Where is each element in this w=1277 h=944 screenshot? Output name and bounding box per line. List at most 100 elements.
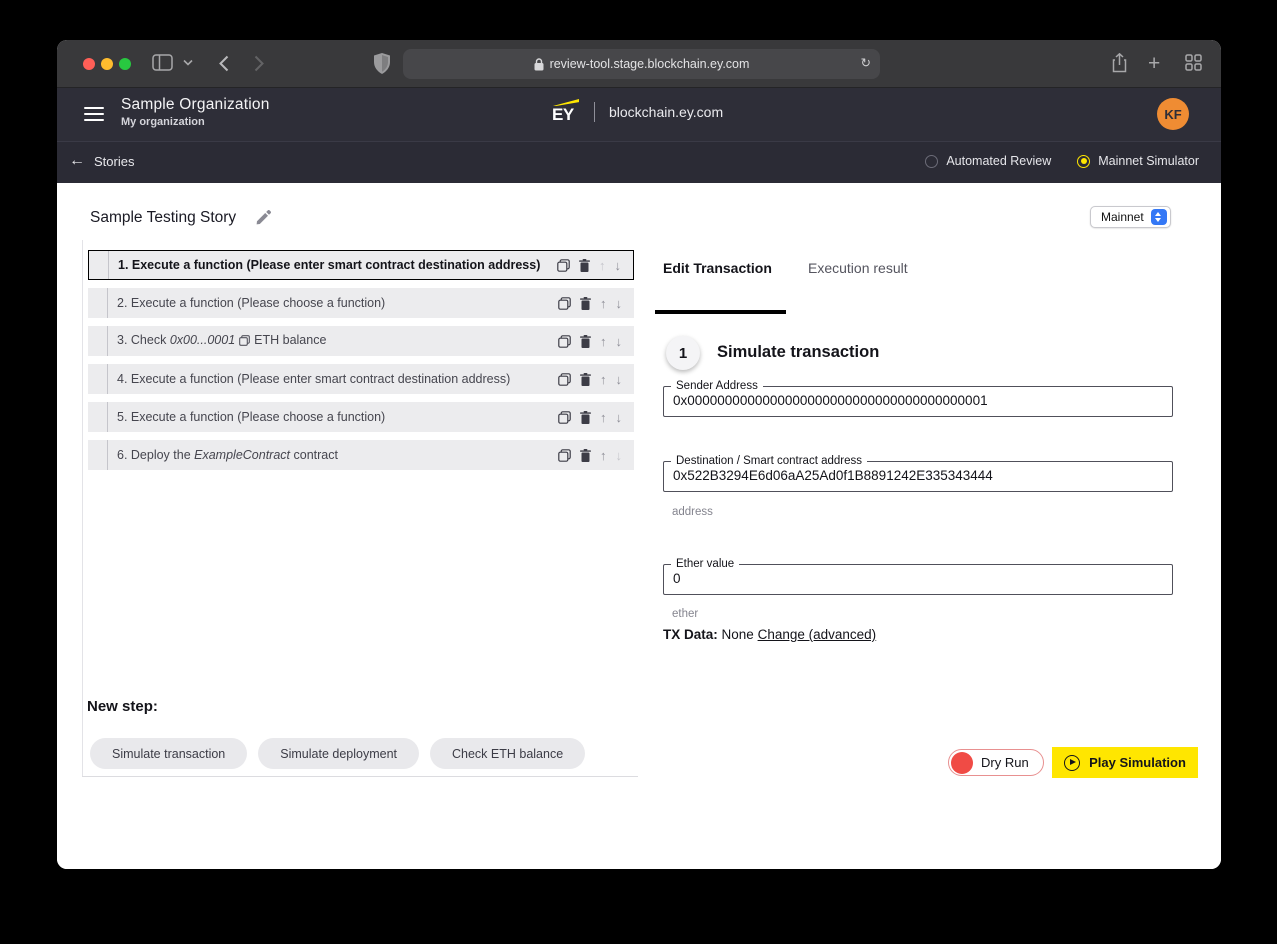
- delete-step-icon[interactable]: [579, 259, 590, 272]
- browser-toolbar: review-tool.stage.blockchain.ey.com ↻ +: [57, 40, 1221, 88]
- drag-handle[interactable]: [88, 402, 108, 432]
- move-step-up-icon[interactable]: ↑: [600, 448, 607, 463]
- copy-step-icon[interactable]: [558, 411, 571, 424]
- step-row-6[interactable]: 6. Deploy the ExampleContract contract ↑…: [88, 440, 634, 470]
- step-label: 6. Deploy the ExampleContract contract: [108, 448, 558, 462]
- drag-handle[interactable]: [89, 251, 109, 279]
- step-label: 5. Execute a function (Please choose a f…: [108, 410, 558, 424]
- back-link-label: Stories: [94, 154, 134, 169]
- move-step-down-icon[interactable]: ↓: [616, 372, 623, 387]
- step-row-3[interactable]: 3. Check 0x00...0001ETH balance ↑ ↓: [88, 326, 634, 356]
- move-step-up-icon[interactable]: ↑: [600, 372, 607, 387]
- drag-handle[interactable]: [88, 288, 108, 318]
- simulate-deployment-button[interactable]: Simulate deployment: [258, 738, 419, 769]
- drag-handle[interactable]: [88, 440, 108, 470]
- window-zoom-button[interactable]: [119, 58, 131, 70]
- delete-step-icon[interactable]: [580, 373, 591, 386]
- delete-step-icon[interactable]: [580, 411, 591, 424]
- copy-step-icon[interactable]: [558, 373, 571, 386]
- chevron-down-icon[interactable]: [183, 59, 193, 66]
- move-step-down-icon[interactable]: ↓: [615, 258, 622, 273]
- tab-overview-icon[interactable]: [1185, 54, 1202, 71]
- move-step-up-icon[interactable]: ↑: [600, 410, 607, 425]
- back-icon[interactable]: [219, 55, 229, 72]
- step-row-2[interactable]: 2. Execute a function (Please choose a f…: [88, 288, 634, 318]
- radio-automated-review[interactable]: Automated Review: [925, 154, 1051, 168]
- privacy-shield-icon[interactable]: [374, 53, 390, 74]
- step-row-1[interactable]: 1. Execute a function (Please enter smar…: [88, 250, 634, 280]
- copy-address-icon[interactable]: [239, 335, 250, 349]
- move-step-down-icon[interactable]: ↓: [616, 334, 623, 349]
- brand-domain: blockchain.ey.com: [609, 104, 723, 120]
- new-step-heading: New step:: [87, 698, 158, 715]
- drag-handle[interactable]: [88, 364, 108, 394]
- org-subtitle: My organization: [121, 116, 205, 128]
- move-step-down-icon[interactable]: ↓: [616, 410, 623, 425]
- delete-step-icon[interactable]: [580, 335, 591, 348]
- sidebar-icon[interactable]: [152, 54, 173, 71]
- step-label: 3. Check 0x00...0001ETH balance: [108, 333, 558, 349]
- move-step-up-icon: ↑: [599, 258, 606, 273]
- step-label: 4. Execute a function (Please enter smar…: [108, 372, 558, 386]
- share-icon[interactable]: [1112, 53, 1127, 73]
- menu-icon[interactable]: [84, 107, 104, 121]
- play-simulation-button[interactable]: Play Simulation: [1052, 747, 1198, 778]
- new-tab-icon[interactable]: +: [1148, 52, 1160, 76]
- reload-icon[interactable]: ↻: [861, 55, 871, 70]
- step-row-4[interactable]: 4. Execute a function (Please enter smar…: [88, 364, 634, 394]
- ey-logo-icon: EY: [550, 97, 580, 127]
- drag-handle[interactable]: [88, 326, 108, 356]
- dry-run-label: Dry Run: [981, 755, 1029, 770]
- radio-unselected-icon: [925, 155, 938, 168]
- app-header: Sample Organization My organization EY b…: [57, 88, 1221, 141]
- section-title: Simulate transaction: [717, 343, 879, 362]
- check-eth-balance-button[interactable]: Check ETH balance: [430, 738, 585, 769]
- radio-selected-icon: [1077, 155, 1090, 168]
- step-row-5[interactable]: 5. Execute a function (Please choose a f…: [88, 402, 634, 432]
- avatar[interactable]: KF: [1157, 98, 1189, 130]
- copy-step-icon[interactable]: [558, 449, 571, 462]
- ether-helper-text: ether: [672, 608, 698, 620]
- org-name: Sample Organization: [121, 96, 270, 114]
- copy-step-icon[interactable]: [557, 259, 570, 272]
- url-text: review-tool.stage.blockchain.ey.com: [550, 57, 750, 71]
- back-to-stories-link[interactable]: ← Stories: [69, 153, 134, 169]
- move-step-down-icon[interactable]: ↓: [616, 296, 623, 311]
- page-content: Sample Testing Story Mainnet 1. Execute …: [57, 183, 1221, 869]
- move-step-up-icon[interactable]: ↑: [600, 334, 607, 349]
- play-icon: [1064, 755, 1080, 771]
- back-arrow-icon: ←: [69, 153, 85, 169]
- destination-address-input[interactable]: [664, 467, 1154, 491]
- move-step-up-icon[interactable]: ↑: [600, 296, 607, 311]
- ether-value-input[interactable]: [664, 570, 1154, 594]
- tx-data-change-link[interactable]: Change (advanced): [758, 627, 877, 642]
- new-step-buttons: Simulate transaction Simulate deployment…: [90, 738, 585, 769]
- page-title: Sample Testing Story: [90, 209, 236, 227]
- lock-icon: [534, 58, 544, 71]
- destination-address-field: Destination / Smart contract address: [663, 455, 1173, 492]
- radio-mainnet-simulator[interactable]: Mainnet Simulator: [1077, 154, 1199, 168]
- step-label: 1. Execute a function (Please enter smar…: [109, 258, 557, 272]
- window-close-button[interactable]: [83, 58, 95, 70]
- simulate-transaction-button[interactable]: Simulate transaction: [90, 738, 247, 769]
- destination-helper-text: address: [672, 506, 713, 518]
- tx-data-label: TX Data:: [663, 627, 718, 642]
- delete-step-icon[interactable]: [580, 297, 591, 310]
- url-bar[interactable]: review-tool.stage.blockchain.ey.com ↻: [403, 49, 880, 79]
- tx-data-line: TX Data: None Change (advanced): [663, 627, 876, 642]
- window-minimize-button[interactable]: [101, 58, 113, 70]
- tab-edit-transaction[interactable]: Edit Transaction: [663, 260, 772, 276]
- sender-address-label: Sender Address: [671, 380, 763, 392]
- tab-execution-result[interactable]: Execution result: [808, 260, 908, 276]
- edit-title-pencil-icon[interactable]: [255, 210, 271, 231]
- dry-run-knob[interactable]: [951, 752, 973, 774]
- copy-step-icon[interactable]: [558, 335, 571, 348]
- section-number-badge: 1: [666, 336, 700, 370]
- sender-address-input[interactable]: [664, 392, 1154, 416]
- dry-run-toggle[interactable]: Dry Run: [948, 749, 1044, 776]
- tx-data-value: None: [722, 627, 754, 642]
- forward-icon[interactable]: [254, 55, 264, 72]
- copy-step-icon[interactable]: [558, 297, 571, 310]
- delete-step-icon[interactable]: [580, 449, 591, 462]
- ether-value-field: Ether value: [663, 558, 1173, 595]
